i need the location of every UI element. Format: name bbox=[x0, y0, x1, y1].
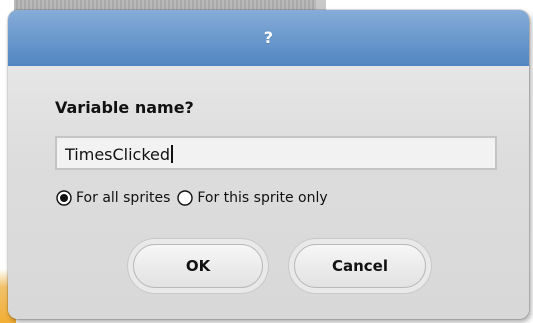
radio-for-all-sprites[interactable]: For all sprites bbox=[55, 189, 170, 207]
variable-name-input[interactable]: TimesClicked bbox=[55, 136, 497, 170]
variable-name-input-value: TimesClicked bbox=[65, 145, 174, 164]
radio-label-for-all-sprites: For all sprites bbox=[76, 190, 171, 206]
radio-unselected-icon bbox=[177, 190, 194, 206]
radio-label-for-this-sprite-only: For this sprite only bbox=[197, 190, 328, 206]
scope-radio-group: For all sprites For this sprite only bbox=[55, 187, 328, 209]
cancel-button[interactable]: Cancel bbox=[294, 244, 426, 288]
dialog-buttons: OK Cancel bbox=[8, 244, 529, 292]
variable-name-prompt: Variable name? bbox=[55, 98, 194, 117]
radio-selected-icon bbox=[56, 190, 72, 206]
dialog-titlebar: ? bbox=[8, 10, 529, 66]
ok-button[interactable]: OK bbox=[133, 244, 263, 288]
radio-for-this-sprite-only[interactable]: For this sprite only bbox=[176, 189, 328, 207]
variable-name-dialog: ? Variable name? TimesClicked For all sp… bbox=[8, 10, 529, 319]
text-caret bbox=[171, 145, 174, 163]
dialog-body: Variable name? TimesClicked For all spri… bbox=[8, 66, 529, 319]
dialog-title: ? bbox=[263, 28, 274, 47]
